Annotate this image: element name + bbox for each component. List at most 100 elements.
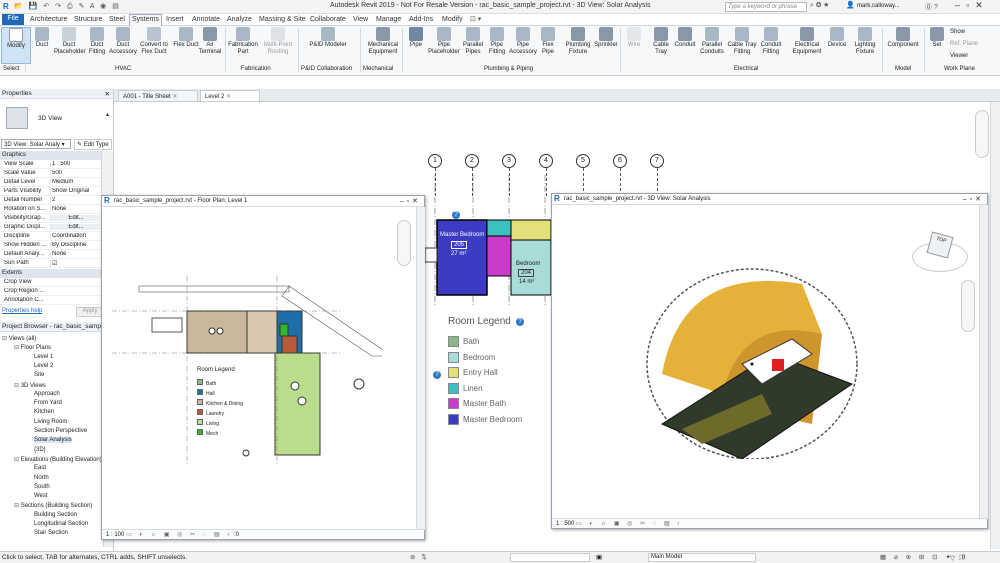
- browser-item[interactable]: North: [34, 475, 49, 481]
- tab-add-ins[interactable]: Add-Ins: [407, 15, 435, 24]
- ref-plane-button[interactable]: Ref. Plane: [950, 41, 978, 47]
- property-value[interactable]: 1 : 500: [50, 161, 100, 167]
- room-tag-master-bedroom[interactable]: Master Bedroom: [440, 232, 484, 238]
- room-number-205[interactable]: 205: [451, 241, 468, 249]
- duct-accessory-button[interactable]: Duct Accessory: [108, 27, 138, 56]
- browser-item[interactable]: West: [34, 493, 48, 499]
- panel-toggle-icon[interactable]: ⊡ ▾: [470, 15, 481, 23]
- scroll-up-icon[interactable]: ▴: [106, 111, 109, 118]
- wire-button[interactable]: Wire: [622, 27, 646, 49]
- properties-help-link[interactable]: Properties help: [2, 308, 42, 314]
- property-value[interactable]: Edit...: [50, 224, 100, 230]
- browser-item[interactable]: Approach: [34, 391, 60, 397]
- property-row[interactable]: Show Hidden ... By Discipline: [0, 241, 101, 250]
- expand-icon[interactable]: ⊟: [14, 457, 21, 463]
- tab-title-sheet[interactable]: A001 - Title Sheet ✕: [118, 90, 198, 101]
- viewer-button[interactable]: Viewer: [950, 53, 968, 59]
- navigation-bar[interactable]: [397, 220, 411, 266]
- browser-item[interactable]: Level 2: [34, 363, 53, 369]
- tab-systems[interactable]: Systems: [129, 14, 162, 26]
- browser-item[interactable]: ⊟ 3D Views: [14, 382, 46, 389]
- pipe-button[interactable]: Pipe: [404, 27, 428, 49]
- solar-analysis-model[interactable]: [622, 244, 882, 459]
- property-value[interactable]: By Discipline: [50, 242, 100, 248]
- tab-annotate[interactable]: Annotate: [190, 15, 222, 24]
- view-control-bar[interactable]: 1 : 100 ▭ ◐ ☼ ▣ ◎ ✂ ◌ ▤ ‹ :0: [102, 529, 424, 539]
- property-value[interactable]: Show Original: [50, 188, 100, 194]
- browser-item[interactable]: East: [34, 465, 46, 471]
- browser-item[interactable]: Living Room: [34, 419, 67, 425]
- browser-item[interactable]: Level 1: [34, 354, 53, 360]
- mechanical-equipment-button[interactable]: Mechanical Equipment: [366, 27, 400, 56]
- solar-window-scrollbar[interactable]: [979, 205, 988, 519]
- component-button[interactable]: Component: [884, 27, 922, 49]
- pid-modeler-button[interactable]: P&ID Modeler: [306, 27, 350, 49]
- worksharing-icon[interactable]: ⊛ ⇅: [410, 553, 429, 561]
- grid-bubble-1[interactable]: 1: [428, 154, 442, 168]
- tab-insert[interactable]: Insert: [164, 15, 186, 24]
- section-graphics[interactable]: Graphics: [0, 151, 101, 160]
- apply-button[interactable]: Apply: [76, 307, 104, 317]
- browser-item[interactable]: {3D}: [34, 447, 46, 453]
- browser-item[interactable]: Building Section: [34, 512, 77, 518]
- tab-analyze[interactable]: Analyze: [225, 15, 254, 24]
- help-bubble-icon[interactable]: ?: [452, 211, 460, 219]
- expand-icon[interactable]: ⊟: [14, 383, 21, 389]
- browser-item[interactable]: ⊟ Sections (Building Section): [14, 502, 92, 509]
- canvas-navigation-bar[interactable]: [975, 110, 989, 158]
- conduit-fitting-button[interactable]: Conduit Fitting: [756, 27, 786, 56]
- section-extents[interactable]: Extents: [0, 269, 101, 278]
- multi-point-routing-button[interactable]: Multi-Point Routing: [261, 27, 295, 56]
- solar-analysis-window[interactable]: Rrac_basic_sample_project.rvt - 3D View:…: [551, 193, 988, 529]
- property-row[interactable]: Crop View: [0, 278, 101, 287]
- floor-plan-scrollbar[interactable]: [416, 207, 425, 530]
- tab-file[interactable]: File: [2, 14, 24, 25]
- browser-item[interactable]: Solar Analysis: [34, 437, 72, 444]
- instance-selector[interactable]: 3D View: Solar Analy ▾: [1, 139, 71, 149]
- property-row[interactable]: Scale Value 500: [0, 169, 101, 178]
- view-control-bar[interactable]: 1 : 500 ▭ ◐ ☼ ▣ ◎ ✂ ◌ ▤ ‹: [552, 518, 987, 528]
- quick-access-toolbar[interactable]: 📂 💾 ↶ ↷ ⎙ ✎ A ◉ ▤: [14, 2, 121, 11]
- browser-item[interactable]: Site: [34, 372, 44, 378]
- property-row[interactable]: Detail Level Medium: [0, 178, 101, 187]
- floor-plan-window[interactable]: Rrac_basic_sample_project.rvt - Floor Pl…: [101, 195, 425, 540]
- floor-plan-window-titlebar[interactable]: Rrac_basic_sample_project.rvt - Floor Pl…: [102, 196, 424, 207]
- window-controls[interactable]: –▫✕: [400, 197, 421, 205]
- edit-type-button[interactable]: ✎ Edit Type: [74, 139, 112, 150]
- room-number-204[interactable]: 204: [518, 269, 535, 277]
- tab-structure[interactable]: Structure: [72, 15, 104, 24]
- binoculars-icon[interactable]: ⌕ ✪ ★: [810, 2, 829, 10]
- background-floor-plan[interactable]: [425, 170, 555, 310]
- pipe-accessory-button[interactable]: Pipe Accessory: [507, 27, 539, 56]
- browser-item[interactable]: Section Perspective: [34, 428, 87, 434]
- pipe-placeholder-button[interactable]: Pipe Placeholder: [427, 27, 461, 56]
- filter-icon[interactable]: ▽: [950, 554, 955, 562]
- property-value[interactable]: 500: [50, 170, 100, 176]
- property-value[interactable]: Edit...: [50, 215, 100, 221]
- property-value[interactable]: None: [50, 206, 100, 212]
- browser-item[interactable]: Longitudinal Section: [34, 521, 88, 527]
- duct-placeholder-button[interactable]: Duct Placeholder: [54, 27, 86, 56]
- browser-item[interactable]: ⊟ Views (all): [2, 335, 36, 342]
- user-icon[interactable]: 👤: [846, 1, 855, 9]
- property-row[interactable]: Parts Visibility Show Original: [0, 187, 101, 196]
- property-row[interactable]: Discipline Coordination: [0, 232, 101, 241]
- sprinkler-button[interactable]: Sprinkler: [592, 27, 620, 49]
- grid-bubble-2[interactable]: 2: [465, 154, 479, 168]
- property-row[interactable]: Sun Path ☑: [0, 259, 101, 268]
- solar-window-titlebar[interactable]: Rrac_basic_sample_project.rvt - 3D View:…: [552, 194, 987, 205]
- property-row[interactable]: Annotation C...: [0, 296, 101, 305]
- property-value[interactable]: ☑: [50, 260, 100, 267]
- grid-bubble-5[interactable]: 5: [576, 154, 590, 168]
- grid-bubble-3[interactable]: 3: [502, 154, 516, 168]
- browser-item[interactable]: South: [34, 484, 50, 490]
- electrical-equipment-button[interactable]: Electrical Equipment: [789, 27, 825, 56]
- browser-item[interactable]: From Yard: [34, 400, 62, 406]
- grid-bubble-6[interactable]: 6: [613, 154, 627, 168]
- browser-item[interactable]: ⊟ Floor Plans: [14, 344, 51, 351]
- fabrication-part-button[interactable]: Fabrication Part: [226, 27, 260, 56]
- tab-steel[interactable]: Steel: [107, 15, 127, 24]
- active-model-select[interactable]: Main Model: [648, 553, 756, 562]
- convert-flex-duct-button[interactable]: Convert to Flex Duct: [138, 27, 170, 56]
- set-workplane-button[interactable]: Set: [926, 27, 948, 49]
